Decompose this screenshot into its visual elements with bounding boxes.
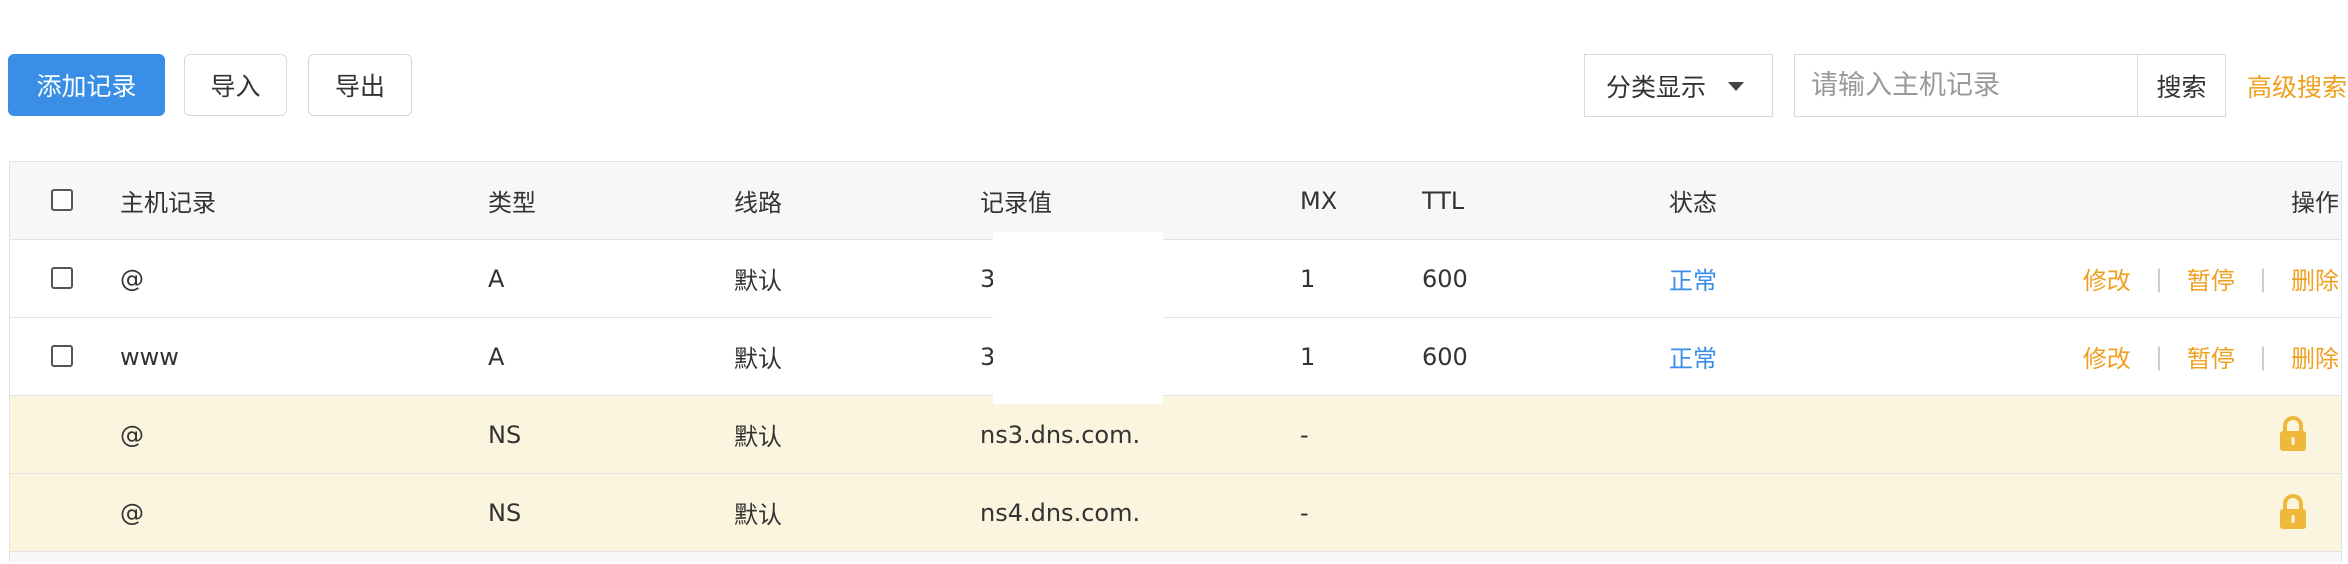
cell-ttl: 600 [1422,342,1468,371]
dns-records-table: 主机记录 类型 线路 记录值 MX TTL 状态 操作 @ A 默认 3 1 6… [9,161,2342,562]
edit-link[interactable]: 修改 [2083,261,2131,296]
delete-link[interactable]: 删除 [2291,339,2339,374]
table-row: @ A 默认 3 1 600 正常 修改 | 暂停 | 删除 [10,240,2341,318]
table-row-locked: @ NS 默认 ns3.dns.com. - [10,396,2341,474]
cell-line: 默认 [734,501,782,529]
cell-value: ns4.dns.com. [980,498,1141,527]
cell-type: A [488,264,505,293]
lock-icon [2280,416,2306,451]
search-input[interactable] [1794,54,2137,117]
import-button[interactable]: 导入 [184,54,287,116]
cell-mx: - [1300,420,1309,449]
cell-mx: 1 [1300,342,1316,371]
header-actions-wrap: 操作 [2291,162,2339,239]
header-ttl: TTL [1422,186,1465,215]
row-checkbox[interactable] [51,267,73,289]
cell-ttl: 600 [1422,264,1468,293]
row-actions: 修改 | 暂停 | 删除 [2083,240,2339,317]
cell-type: NS [488,420,522,449]
status-badge: 正常 [1669,267,1717,295]
toolbar: 添加记录 导入 导出 分类显示 搜索 高级搜索 [0,0,2348,160]
table-row-locked: @ NS 默认 ns4.dns.com. - [10,474,2341,552]
action-separator: | [2258,264,2267,293]
search-button[interactable]: 搜索 [2137,54,2226,117]
cell-value: ns3.dns.com. [980,420,1141,449]
cell-line: 默认 [734,267,782,295]
action-separator: | [2258,342,2267,371]
cell-mx: 1 [1300,264,1316,293]
add-record-button[interactable]: 添加记录 [8,54,165,116]
table-row-partial [10,552,2341,562]
export-button[interactable]: 导出 [308,54,412,116]
row-checkbox[interactable] [51,345,73,367]
lock-icon [2280,494,2306,529]
cell-host: www [120,342,179,371]
cell-host: @ [120,264,144,293]
pause-link[interactable]: 暂停 [2187,261,2235,296]
header-mx: MX [1300,186,1338,215]
table-row: www A 默认 3 1 600 正常 修改 | 暂停 | 删除 [10,318,2341,396]
header-value: 记录值 [980,189,1052,217]
cell-type: NS [488,498,522,527]
action-separator: | [2154,264,2163,293]
table-header: 主机记录 类型 线路 记录值 MX TTL 状态 操作 [10,162,2341,240]
category-display-select[interactable]: 分类显示 [1584,54,1773,117]
status-badge: 正常 [1669,345,1717,373]
cell-line: 默认 [734,345,782,373]
select-all-checkbox[interactable] [51,189,73,211]
edit-link[interactable]: 修改 [2083,339,2131,374]
category-display-label: 分类显示 [1606,72,1707,102]
redaction-mask [993,232,1163,404]
cell-type: A [488,342,505,371]
header-actions: 操作 [2291,189,2339,217]
cell-line: 默认 [734,423,782,451]
pause-link[interactable]: 暂停 [2187,339,2235,374]
cell-mx: - [1300,498,1309,527]
header-line: 线路 [734,189,782,217]
header-host: 主机记录 [120,189,216,217]
action-separator: | [2154,342,2163,371]
cell-host: @ [120,420,144,449]
advanced-search-link[interactable]: 高级搜索 [2247,68,2347,104]
chevron-down-icon [1728,82,1744,91]
header-status: 状态 [1669,189,1717,217]
header-type: 类型 [488,189,536,217]
cell-host: @ [120,498,144,527]
delete-link[interactable]: 删除 [2291,261,2339,296]
row-actions: 修改 | 暂停 | 删除 [2083,318,2339,395]
